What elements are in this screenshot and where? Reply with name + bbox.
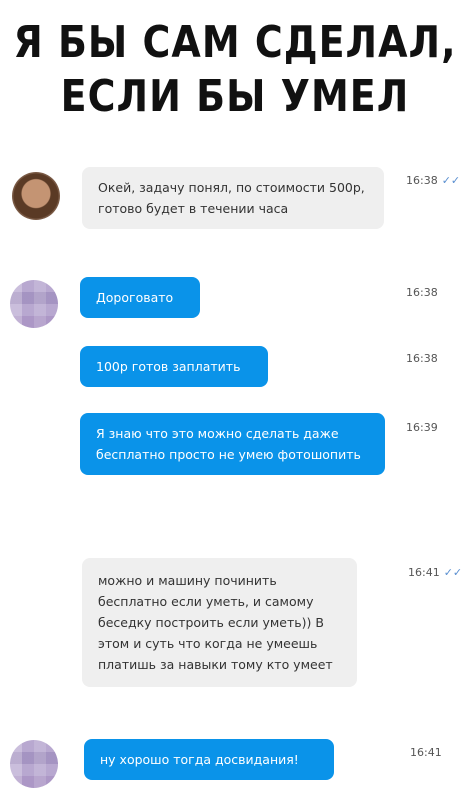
message-time: 16:38 ✓✓ xyxy=(406,174,461,187)
contact-avatar[interactable] xyxy=(12,172,60,220)
meme-title-line-2: если бы умел xyxy=(60,70,410,122)
message-time: 16:38 xyxy=(406,352,438,365)
user-avatar[interactable] xyxy=(10,280,58,328)
message-time: 16:38 xyxy=(406,286,438,299)
read-check-icon: ✓✓ xyxy=(443,566,463,579)
message-text: можно и машину починить бесплатно если у… xyxy=(98,573,333,672)
message-bubble-incoming: можно и машину починить бесплатно если у… xyxy=(82,558,357,687)
message-time: 16:41 ✓✓ xyxy=(408,566,463,579)
read-check-icon: ✓✓ xyxy=(441,174,461,187)
message-text: Окей, задачу понял, по стоимости 500р, г… xyxy=(98,180,365,216)
message-bubble-incoming: Окей, задачу понял, по стоимости 500р, г… xyxy=(82,167,384,229)
message-bubble-outgoing: Я знаю что это можно сделать даже беспла… xyxy=(80,413,385,475)
meme-title-line-1: Я бы сам сделал, xyxy=(13,16,457,68)
message-text: 100р готов заплатить xyxy=(96,359,241,374)
message-bubble-outgoing: ну хорошо тогда досвидания! xyxy=(84,739,334,780)
message-time: 16:39 xyxy=(406,421,438,434)
message-bubble-outgoing: Дороговато xyxy=(80,277,200,318)
user-avatar[interactable] xyxy=(10,740,58,788)
message-bubble-outgoing: 100р готов заплатить xyxy=(80,346,268,387)
message-text: ну хорошо тогда досвидания! xyxy=(100,752,299,767)
message-time: 16:41 xyxy=(410,746,442,759)
message-text: Я знаю что это можно сделать даже беспла… xyxy=(96,426,361,462)
message-text: Дороговато xyxy=(96,290,174,305)
